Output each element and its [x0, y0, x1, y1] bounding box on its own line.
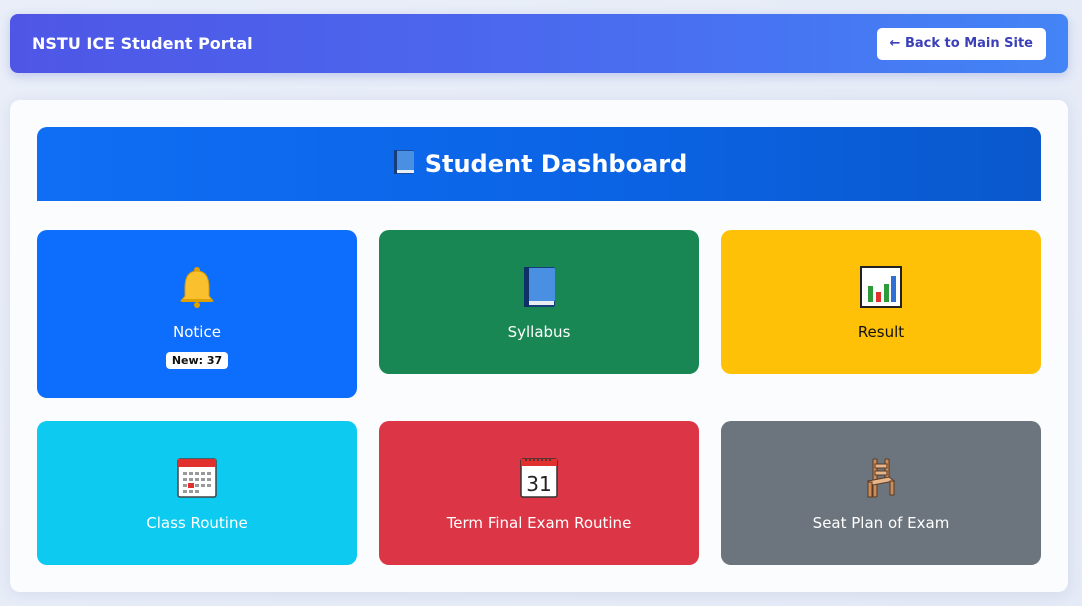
class-routine-card[interactable]: Class Routine	[37, 421, 357, 565]
brand-title: NSTU ICE Student Portal	[32, 34, 253, 53]
notice-card[interactable]: Notice New: 37	[37, 230, 357, 398]
notice-label: Notice	[173, 323, 221, 341]
back-to-main-site-button[interactable]: ← Back to Main Site	[876, 27, 1046, 60]
result-label: Result	[857, 323, 905, 341]
term-final-exam-routine-card[interactable]: 31 Term Final Exam Routine	[379, 421, 699, 565]
new-notice-badge: New: 37	[165, 352, 229, 369]
top-navbar: NSTU ICE Student Portal ← Back to Main S…	[10, 14, 1068, 73]
syllabus-label: Syllabus	[507, 323, 571, 341]
bell-icon	[177, 266, 217, 308]
dashboard-panel: Student Dashboard Notice New: 37 Syllabu…	[10, 100, 1068, 592]
date-calendar-icon: 31	[520, 457, 558, 499]
bar-chart-icon	[860, 266, 902, 308]
calendar-icon	[177, 457, 217, 499]
calendar-date-text: 31	[526, 472, 551, 496]
dashboard-title: Student Dashboard	[424, 150, 688, 178]
dashboard-header: Student Dashboard	[37, 127, 1041, 201]
class-routine-label: Class Routine	[146, 514, 248, 532]
blue-book-icon	[391, 148, 417, 180]
seat-plan-card[interactable]: Seat Plan of Exam	[721, 421, 1041, 565]
book-icon	[521, 266, 557, 308]
syllabus-card[interactable]: Syllabus	[379, 230, 699, 374]
term-final-exam-routine-label: Term Final Exam Routine	[446, 514, 632, 532]
seat-plan-label: Seat Plan of Exam	[812, 514, 950, 532]
result-card[interactable]: Result	[721, 230, 1041, 374]
chair-icon	[865, 457, 897, 499]
